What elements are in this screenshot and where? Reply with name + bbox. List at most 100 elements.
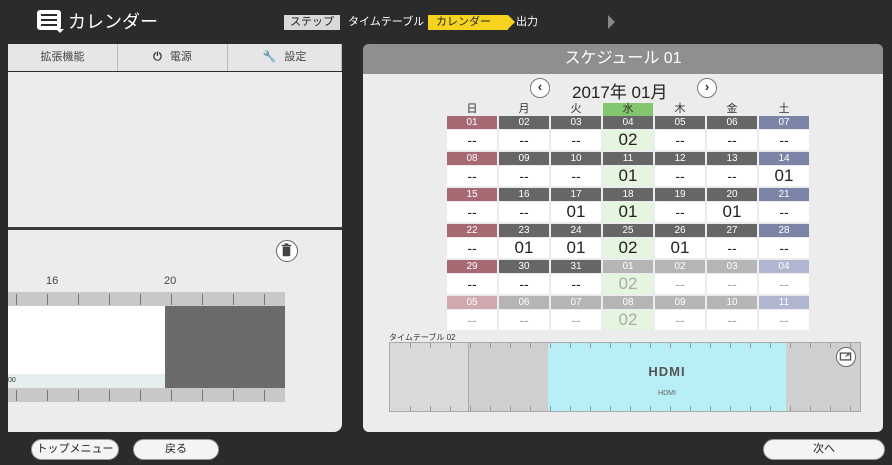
day-number: 07 [551, 296, 601, 309]
day-number: 05 [447, 296, 497, 309]
calendar-day-cell[interactable]: 24 01 [551, 224, 601, 258]
calendar-day-cell[interactable]: 09 -- [655, 296, 705, 330]
next-month-button[interactable]: › [697, 78, 717, 98]
power-icon: ⏻ [153, 51, 162, 63]
calendar-day-cell[interactable]: 16 -- [499, 188, 549, 222]
day-number: 09 [499, 152, 549, 165]
day-number: 12 [655, 152, 705, 165]
day-timetable: 01 [603, 166, 653, 186]
calendar-day-cell[interactable]: 31 -- [551, 260, 601, 294]
calendar-day-cell[interactable]: 08 02 [603, 296, 653, 330]
calendar-day-cell[interactable]: 01 02 [603, 260, 653, 294]
timetable-tick [750, 406, 751, 411]
calendar-day-cell[interactable]: 23 01 [499, 224, 549, 258]
calendar-day-cell[interactable]: 02 -- [499, 116, 549, 150]
calendar-day-cell[interactable]: 03 -- [551, 116, 601, 150]
calendar-day-cell[interactable]: 19 -- [655, 188, 705, 222]
chevron-right-icon: › [704, 79, 710, 94]
timeline-block-filled[interactable] [165, 306, 285, 388]
day-timetable: -- [759, 310, 809, 330]
calendar-day-cell[interactable]: 10 -- [707, 296, 757, 330]
tab-2[interactable]: 🔧 設定 [228, 44, 342, 71]
timeline-row-label: 00 [8, 374, 165, 388]
calendar-day-cell[interactable]: 10 -- [551, 152, 601, 186]
timetable-segment[interactable] [390, 343, 469, 411]
calendar-day-cell[interactable]: 27 -- [707, 224, 757, 258]
delete-button[interactable] [276, 240, 298, 262]
calendar-day-cell[interactable]: 11 01 [603, 152, 653, 186]
day-timetable: -- [499, 130, 549, 150]
day-timetable: -- [655, 310, 705, 330]
day-timetable: -- [655, 202, 705, 222]
day-timetable: -- [551, 130, 601, 150]
calendar-day-cell[interactable]: 05 -- [655, 116, 705, 150]
day-number: 06 [499, 296, 549, 309]
calendar-day-cell[interactable]: 25 02 [603, 224, 653, 258]
calendar-day-cell[interactable]: 21 -- [759, 188, 809, 222]
day-timetable: 02 [603, 238, 653, 258]
calendar-day-cell[interactable]: 06 -- [499, 296, 549, 330]
timetable-tick [790, 406, 791, 411]
timeline-tick [78, 390, 79, 401]
tab-0[interactable]: 拡張機能 [8, 44, 118, 71]
weekday-header: 日 [466, 103, 478, 115]
weekday-header: 金 [726, 103, 738, 115]
calendar-day-cell[interactable]: 05 -- [447, 296, 497, 330]
calendar-day-cell[interactable]: 28 -- [759, 224, 809, 258]
calendar-day-cell[interactable]: 09 -- [499, 152, 549, 186]
calendar-day-cell[interactable]: 26 01 [655, 224, 705, 258]
day-number: 26 [655, 224, 705, 237]
day-number: 17 [551, 188, 601, 201]
top-menu-button[interactable]: トップメニュー [31, 439, 119, 460]
expand-button[interactable] [836, 347, 856, 367]
timeline-tick [78, 294, 79, 305]
timetable-tick [490, 343, 491, 348]
menu-icon[interactable] [37, 10, 64, 33]
tab-1[interactable]: ⏻ 電源 [118, 44, 228, 71]
calendar-day-cell[interactable]: 08 -- [447, 152, 497, 186]
day-number: 01 [447, 116, 497, 129]
calendar-day-cell[interactable]: 30 -- [499, 260, 549, 294]
calendar-day-cell[interactable]: 03 -- [707, 260, 757, 294]
calendar-day-cell[interactable]: 04 -- [759, 260, 809, 294]
day-timetable: -- [707, 274, 757, 294]
calendar-day-cell[interactable]: 04 02 [603, 116, 653, 150]
timetable-tick [570, 343, 571, 348]
calendar-day-cell[interactable]: 13 -- [707, 152, 757, 186]
prev-month-button[interactable]: ‹ [530, 78, 550, 98]
timetable-tick [690, 406, 691, 411]
timetable-tick [850, 406, 851, 411]
timetable-bar: HDMI HDMI [389, 342, 861, 412]
next-button[interactable]: 次へ [763, 439, 885, 460]
calendar-day-cell[interactable]: 29 -- [447, 260, 497, 294]
day-number: 16 [499, 188, 549, 201]
calendar-day-cell[interactable]: 02 -- [655, 260, 705, 294]
calendar-day-cell[interactable]: 22 -- [447, 224, 497, 258]
day-timetable: 01 [707, 202, 757, 222]
calendar-day-cell[interactable]: 01 -- [447, 116, 497, 150]
timetable-tick [490, 406, 491, 411]
timeline-tick [202, 294, 203, 305]
calendar-day-cell[interactable]: 15 -- [447, 188, 497, 222]
tab-label: 設定 [284, 51, 307, 63]
day-timetable: -- [447, 130, 497, 150]
calendar-day-cell[interactable]: 20 01 [707, 188, 757, 222]
day-number: 28 [759, 224, 809, 237]
back-button[interactable]: 戻る [133, 439, 219, 460]
calendar-day-cell[interactable]: 11 -- [759, 296, 809, 330]
timetable-tick [730, 343, 731, 348]
calendar-day-cell[interactable]: 07 -- [551, 296, 601, 330]
calendar-day-cell[interactable]: 18 01 [603, 188, 653, 222]
calendar-day-cell[interactable]: 07 -- [759, 116, 809, 150]
timetable-tick [710, 343, 711, 348]
day-number: 04 [759, 260, 809, 273]
day-timetable: -- [551, 274, 601, 294]
calendar-day-cell[interactable]: 12 -- [655, 152, 705, 186]
day-number: 27 [707, 224, 757, 237]
day-timetable: -- [655, 166, 705, 186]
calendar-day-cell[interactable]: 17 01 [551, 188, 601, 222]
calendar-day-cell[interactable]: 06 -- [707, 116, 757, 150]
timetable-input-block[interactable]: HDMI HDMI [548, 343, 786, 411]
wrench-icon: 🔧 [262, 51, 277, 63]
calendar-day-cell[interactable]: 14 01 [759, 152, 809, 186]
